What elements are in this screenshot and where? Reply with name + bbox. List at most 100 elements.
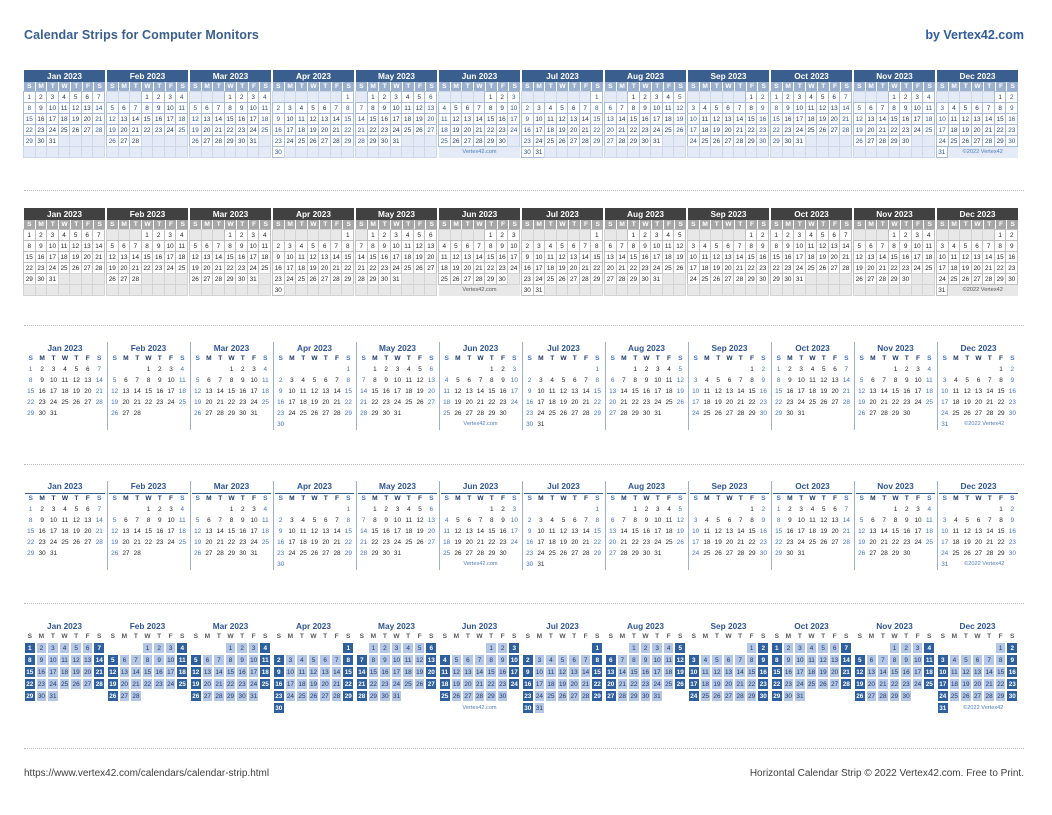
- date-cell[interactable]: 27: [867, 548, 878, 559]
- date-cell[interactable]: 23: [901, 397, 912, 408]
- date-cell[interactable]: 29: [591, 690, 604, 702]
- month-block[interactable]: Aug 2023 S M T W T F S 1 2 3 4 5 6 7 8 9 10 11 12 13 14 15 16 17…: [604, 208, 687, 296]
- date-cell[interactable]: 17: [247, 666, 260, 678]
- date-cell[interactable]: 7: [94, 364, 105, 375]
- date-cell[interactable]: 29: [746, 408, 757, 419]
- date-cell[interactable]: 26: [307, 690, 320, 702]
- date-cell[interactable]: 30: [757, 690, 770, 702]
- date-cell[interactable]: 19: [558, 537, 569, 548]
- date-cell[interactable]: 14: [618, 386, 629, 397]
- date-cell[interactable]: 24: [509, 537, 520, 548]
- date-cell[interactable]: 4: [298, 515, 309, 526]
- date-cell[interactable]: 14: [213, 666, 225, 678]
- date-cell[interactable]: 11: [807, 515, 818, 526]
- date-cell[interactable]: 14: [93, 654, 106, 666]
- date-cell[interactable]: 1: [25, 364, 36, 375]
- date-cell[interactable]: 29: [890, 408, 901, 419]
- date-cell[interactable]: 14: [356, 666, 368, 678]
- date-cell[interactable]: 30: [758, 408, 769, 419]
- date-cell[interactable]: 17: [652, 386, 663, 397]
- date-cell[interactable]: 24: [535, 548, 546, 559]
- date-cell[interactable]: 25: [403, 537, 414, 548]
- date-cell[interactable]: 23: [273, 690, 285, 702]
- date-cell[interactable]: 12: [109, 386, 120, 397]
- date-cell[interactable]: 6: [82, 504, 93, 515]
- date-cell[interactable]: 17: [939, 537, 950, 548]
- month-block[interactable]: Apr 2023 S M T W T F S 1 2 3 4 5 6 7 8 9 10 11 12 13 14 15 16 17…: [272, 208, 355, 296]
- date-cell[interactable]: 13: [82, 515, 93, 526]
- date-cell[interactable]: 25: [59, 537, 70, 548]
- date-cell[interactable]: 5: [452, 515, 463, 526]
- date-cell[interactable]: 4: [807, 504, 818, 515]
- footer-url[interactable]: https://www.vertex42.com/calendars/calen…: [24, 768, 269, 779]
- date-cell[interactable]: 3: [286, 375, 297, 386]
- date-cell[interactable]: 9: [901, 375, 912, 386]
- date-cell[interactable]: 2: [758, 364, 769, 375]
- date-cell[interactable]: 12: [960, 666, 972, 678]
- date-cell[interactable]: 23: [639, 678, 652, 690]
- date-cell[interactable]: 23: [784, 537, 795, 548]
- date-cell[interactable]: 13: [607, 526, 618, 537]
- date-cell[interactable]: 23: [900, 678, 912, 690]
- date-cell[interactable]: 5: [414, 364, 425, 375]
- date-cell[interactable]: 27: [203, 408, 214, 419]
- date-cell[interactable]: 25: [259, 678, 272, 690]
- date-cell[interactable]: 14: [330, 666, 343, 678]
- date-cell[interactable]: 16: [524, 397, 535, 408]
- date-cell[interactable]: 1: [773, 364, 784, 375]
- date-cell[interactable]: 9: [757, 654, 770, 666]
- date-cell[interactable]: 7: [877, 654, 889, 666]
- date-cell[interactable]: 28: [213, 690, 225, 702]
- date-cell[interactable]: 3: [48, 504, 59, 515]
- date-cell[interactable]: 8: [630, 375, 641, 386]
- date-cell[interactable]: 24: [247, 678, 260, 690]
- date-cell[interactable]: 14: [130, 666, 142, 678]
- date-cell[interactable]: 27: [607, 548, 618, 559]
- date-cell[interactable]: 22: [486, 537, 497, 548]
- date-cell[interactable]: 18: [807, 386, 818, 397]
- date-cell[interactable]: 30: [1005, 135, 1019, 147]
- date-cell[interactable]: 25: [177, 537, 188, 548]
- date-cell[interactable]: 25: [805, 678, 818, 690]
- date-cell[interactable]: 29: [369, 548, 380, 559]
- date-cell[interactable]: 5: [109, 515, 120, 526]
- date-cell[interactable]: 18: [403, 526, 414, 537]
- month-block[interactable]: Nov 2023 S M T W T F S 1 2 3 4 5 6 7 8 9 10 11 12 13 14 15 16 17…: [854, 620, 936, 714]
- date-cell[interactable]: 14: [94, 375, 105, 386]
- date-cell[interactable]: 2: [757, 642, 770, 654]
- date-cell[interactable]: 7: [618, 375, 629, 386]
- date-cell[interactable]: 10: [390, 654, 403, 666]
- date-cell[interactable]: 10: [535, 526, 546, 537]
- month-block[interactable]: Oct 2023 S M T W T F S 1 2 3 4 5 6 7 8 9 10 11 12 13 14 15 16 17…: [771, 342, 852, 430]
- date-cell[interactable]: 15: [367, 666, 380, 678]
- date-cell[interactable]: 24: [533, 690, 546, 702]
- date-cell[interactable]: 23: [1007, 537, 1018, 548]
- date-cell[interactable]: 4: [298, 375, 309, 386]
- date-cell[interactable]: 18: [260, 526, 271, 537]
- date-cell[interactable]: 1: [592, 504, 603, 515]
- date-cell[interactable]: 1: [995, 504, 1006, 515]
- date-cell[interactable]: 9: [496, 654, 509, 666]
- date-cell[interactable]: 5: [675, 504, 686, 515]
- date-cell[interactable]: 31: [651, 690, 663, 702]
- date-cell[interactable]: 2: [275, 515, 286, 526]
- date-cell[interactable]: 26: [674, 678, 687, 690]
- date-cell[interactable]: 3: [652, 364, 663, 375]
- date-cell[interactable]: 21: [132, 537, 143, 548]
- date-cell[interactable]: 7: [356, 654, 368, 666]
- date-cell[interactable]: 9: [641, 375, 652, 386]
- date-cell[interactable]: 15: [995, 526, 1006, 537]
- date-cell[interactable]: 28: [580, 548, 591, 559]
- date-cell[interactable]: 15: [746, 526, 757, 537]
- date-cell[interactable]: 11: [950, 526, 961, 537]
- date-cell[interactable]: 26: [817, 678, 829, 690]
- date-cell[interactable]: 28: [473, 690, 486, 702]
- date-cell[interactable]: 2: [1007, 504, 1018, 515]
- date-cell[interactable]: 16: [36, 526, 47, 537]
- date-cell[interactable]: 2: [641, 364, 652, 375]
- date-cell[interactable]: 10: [688, 666, 700, 678]
- date-cell[interactable]: 15: [143, 526, 154, 537]
- date-cell[interactable]: 13: [319, 666, 331, 678]
- date-cell[interactable]: 27: [607, 408, 618, 419]
- date-cell[interactable]: 7: [94, 504, 105, 515]
